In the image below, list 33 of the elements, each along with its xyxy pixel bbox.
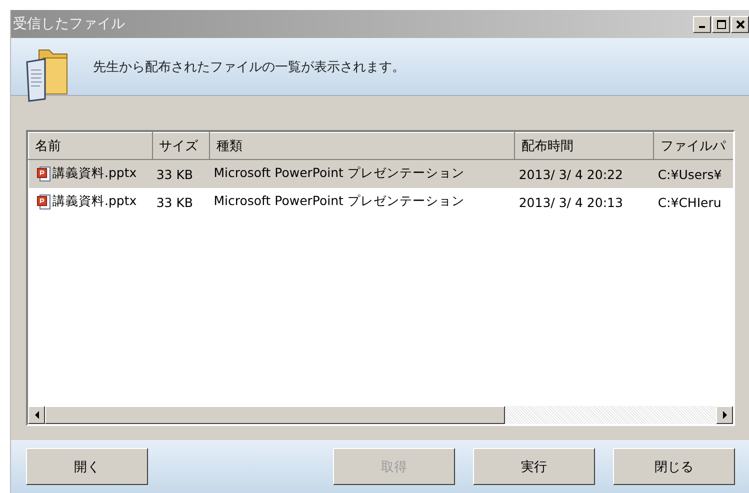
minimize-icon (699, 26, 705, 28)
table-cell: C:¥Users¥ (658, 167, 722, 182)
dialog-button[interactable]: 実行 (473, 448, 595, 485)
column-header[interactable]: ファイルパ (654, 132, 733, 160)
maximize-button[interactable] (712, 16, 730, 32)
presentation-file-icon (36, 166, 50, 182)
column-header[interactable]: 種類 (210, 132, 515, 160)
presentation-file-icon (36, 194, 50, 210)
dialog-button[interactable]: 開く (26, 448, 148, 485)
window-title: 受信したファイル (13, 15, 125, 33)
table-cell: 33 KB (156, 195, 194, 210)
table-cell: 2013/ 3/ 4 20:13 (518, 195, 623, 210)
column-header[interactable]: 名前 (28, 132, 152, 160)
minimize-button[interactable] (693, 16, 711, 32)
scroll-right-icon[interactable] (716, 406, 733, 424)
close-button[interactable] (731, 16, 749, 32)
header-message: 先生から配布されたファイルの一覧が表示されます。 (93, 58, 405, 76)
column-header[interactable]: 配布時間 (514, 132, 654, 160)
dialog-button[interactable]: 閉じる (613, 448, 735, 485)
close-icon (736, 20, 744, 28)
table-row[interactable]: 講義資料.pptx 33 KB Microsoft PowerPoint プレゼンテーション 2013/ 3/ 4 20:13 C:¥CHIeru (28, 188, 733, 216)
table-cell: 講義資料.pptx (52, 166, 137, 181)
table-cell: 33 KB (156, 167, 194, 182)
horizontal-scrollbar[interactable] (28, 406, 733, 424)
column-header[interactable]: サイズ (152, 132, 210, 160)
table-cell: 講義資料.pptx (52, 194, 137, 209)
table-cell: Microsoft PowerPoint プレゼンテーション (214, 194, 464, 209)
maximize-icon (716, 20, 726, 28)
scrollbar-thumb[interactable] (45, 406, 505, 424)
scroll-left-icon[interactable] (28, 406, 45, 424)
table-cell: 2013/ 3/ 4 20:22 (518, 167, 623, 182)
table-cell: Microsoft PowerPoint プレゼンテーション (214, 166, 464, 181)
table-cell: C:¥CHIeru (658, 195, 722, 210)
